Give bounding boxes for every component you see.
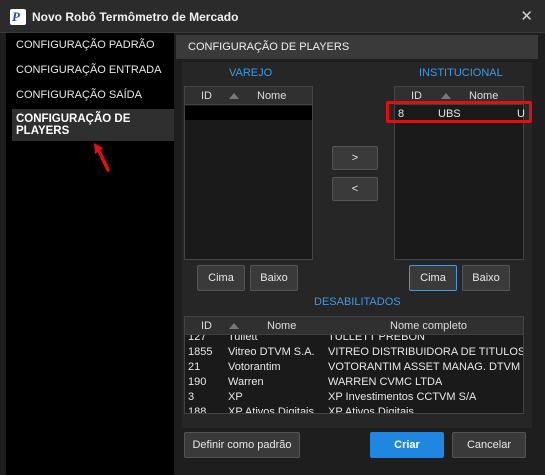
table-row[interactable]: 190 Warren WARREN CVMC LTDA: [185, 375, 523, 390]
desabilitados-col-nome[interactable]: Nome: [267, 320, 296, 332]
row-full-name: XP Investimentos CCTVM S/A: [328, 391, 477, 403]
sort-up-icon: [229, 323, 239, 329]
row-id: 3: [188, 391, 195, 403]
sidebar-item-configuracao-players[interactable]: CONFIGURAÇÃO DE PLAYERS: [12, 109, 174, 141]
row-id: 21: [188, 361, 201, 373]
title-bar: P Novo Robô Termômetro de Mercado ✕: [0, 0, 545, 33]
section-title: CONFIGURAÇÃO DE PLAYERS: [188, 41, 350, 53]
create-button[interactable]: Criar: [370, 432, 444, 458]
app-logo-icon: P: [10, 9, 26, 25]
sort-up-icon: [229, 93, 239, 99]
annotation-arrow-icon: [94, 143, 110, 172]
institucional-down-button[interactable]: Baixo: [462, 265, 510, 291]
row-nome: Warren: [228, 376, 264, 388]
row-full-name: XP Ativos Digitais: [328, 406, 415, 414]
varejo-list[interactable]: ID Nome: [184, 86, 313, 260]
institucional-label: INSTITUCIONAL: [419, 67, 503, 79]
annotation-highlight-box: [386, 101, 532, 123]
window-title: Novo Robô Termômetro de Mercado: [32, 10, 239, 24]
row-nome: Votorantim: [228, 361, 281, 373]
sidebar-item-configuracao-entrada[interactable]: CONFIGURAÇÃO ENTRADA: [16, 64, 161, 76]
table-row[interactable]: 1855 Vitreo DTVM S.A. VITREO DISTRIBUIDO…: [185, 345, 523, 360]
row-nome: XP Ativos Digitais: [228, 406, 315, 414]
row-id: 1855: [188, 346, 213, 358]
move-left-button[interactable]: <: [332, 177, 378, 201]
desabilitados-list-header: ID Nome Nome completo: [185, 317, 523, 335]
row-id: 188: [188, 406, 207, 414]
varejo-col-nome[interactable]: Nome: [257, 90, 286, 102]
institucional-up-button[interactable]: Cima: [409, 265, 457, 291]
row-full-name: VITREO DISTRIBUIDORA DE TITULOS ...: [328, 346, 523, 358]
table-row[interactable]: 21 Votorantim VOTORANTIM ASSET MANAG. DT…: [185, 360, 523, 375]
section-header: CONFIGURAÇÃO DE PLAYERS: [176, 35, 538, 59]
varejo-list-header: ID Nome: [185, 87, 312, 105]
table-row[interactable]: 3 XP XP Investimentos CCTVM S/A: [185, 390, 523, 405]
desabilitados-col-full[interactable]: Nome completo: [390, 320, 467, 332]
move-right-button[interactable]: >: [332, 146, 378, 170]
sidebar-item-configuracao-saida[interactable]: CONFIGURAÇÃO SAÍDA: [16, 89, 142, 101]
desabilitados-col-id[interactable]: ID: [201, 320, 212, 332]
set-default-button[interactable]: Definir como padrão: [184, 432, 300, 458]
varejo-down-button[interactable]: Baixo: [250, 265, 298, 291]
varejo-selected-row[interactable]: [185, 106, 312, 120]
varejo-col-id[interactable]: ID: [201, 90, 212, 102]
table-row[interactable]: 188 XP Ativos Digitais XP Ativos Digitai…: [185, 405, 523, 414]
varejo-up-button[interactable]: Cima: [197, 265, 245, 291]
sort-up-icon: [441, 93, 451, 99]
cancel-button[interactable]: Cancelar: [452, 432, 526, 458]
row-full-name: VOTORANTIM ASSET MANAG. DTVM: [328, 361, 521, 373]
varejo-label: VAREJO: [229, 67, 273, 79]
row-nome: Vitreo DTVM S.A.: [228, 346, 315, 358]
desabilitados-label: DESABILITADOS: [314, 296, 401, 308]
row-full-name: WARREN CVMC LTDA: [328, 376, 443, 388]
desabilitados-list[interactable]: 127 Tullett TULLETT PREBON 1855 Vitreo D…: [184, 316, 524, 414]
sidebar-item-configuracao-padrao[interactable]: CONFIGURAÇÃO PADRÃO: [16, 39, 155, 51]
close-icon[interactable]: ✕: [520, 7, 533, 25]
row-id: 190: [188, 376, 207, 388]
row-nome: XP: [228, 391, 243, 403]
sidebar: CONFIGURAÇÃO PADRÃO CONFIGURAÇÃO ENTRADA…: [6, 33, 174, 475]
